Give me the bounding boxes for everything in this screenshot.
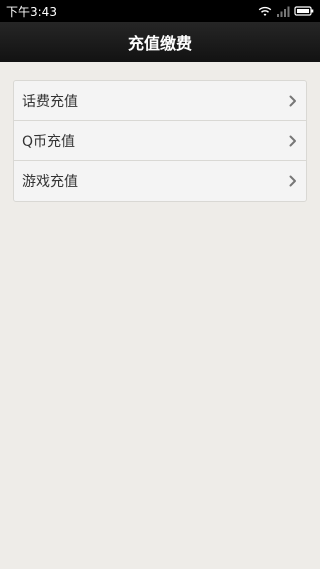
chevron-right-icon <box>289 135 296 146</box>
chevron-right-icon <box>289 95 296 106</box>
menu-item-phone-recharge[interactable]: 话费充值 <box>14 81 306 121</box>
status-icons <box>258 5 314 17</box>
menu-item-game-recharge[interactable]: 游戏充值 <box>14 161 306 201</box>
menu-item-label: 游戏充值 <box>22 174 78 190</box>
status-bar: 下午3:43 <box>0 0 320 22</box>
menu-item-label: Q币充值 <box>22 133 76 150</box>
status-time: 下午3:43 <box>6 4 57 19</box>
wifi-icon <box>258 6 272 16</box>
page-title: 充值缴费 <box>127 34 192 53</box>
menu-item-label: 话费充值 <box>22 93 78 110</box>
signal-icon <box>277 6 290 17</box>
menu-item-qcoin-recharge[interactable]: Q币充值 <box>14 121 306 161</box>
battery-icon <box>294 6 314 16</box>
chevron-right-icon <box>289 175 296 187</box>
page-header: 充值缴费 <box>0 22 320 62</box>
recharge-menu: 话费充值 Q币充值 游戏充值 <box>13 80 307 202</box>
